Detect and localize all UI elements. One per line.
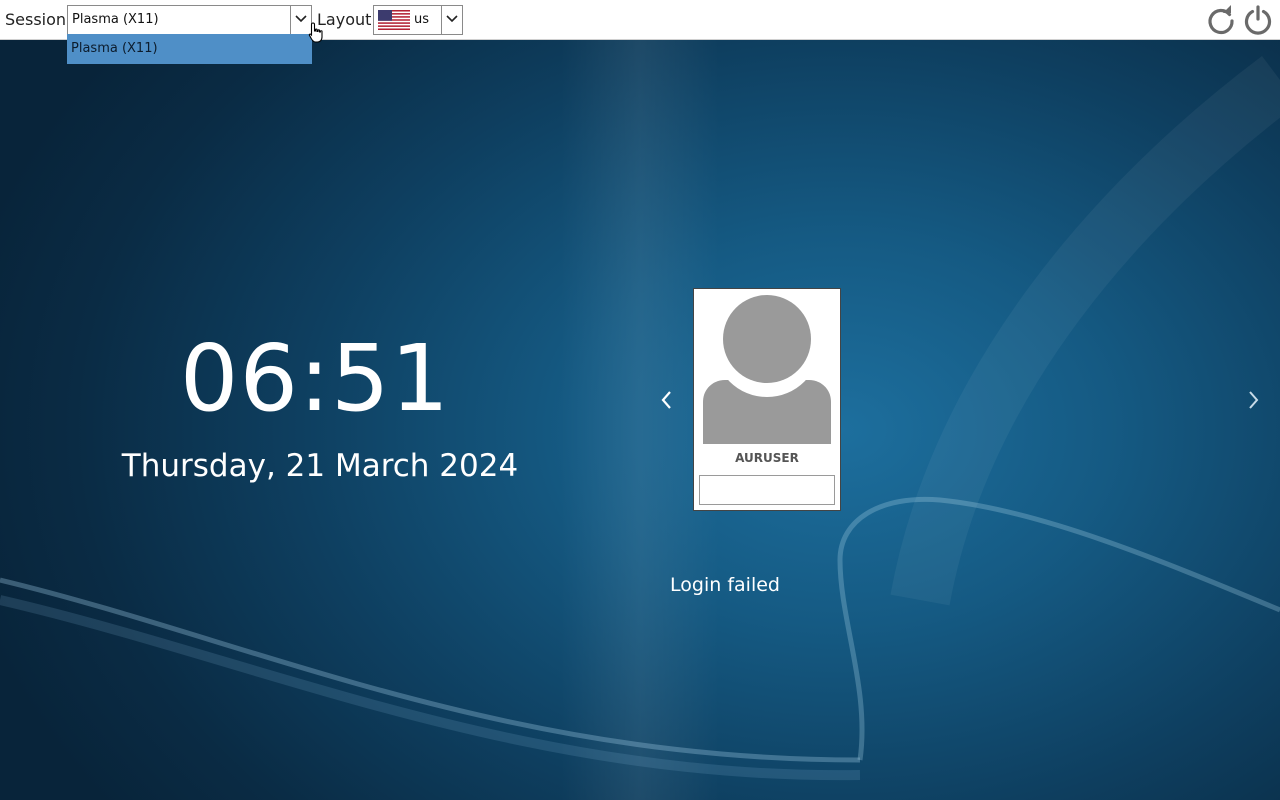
layout-select[interactable]: us (373, 5, 463, 35)
us-flag-icon (378, 10, 410, 30)
login-screen: Session Plasma (X11) Layout us Plasma (X… (0, 0, 1280, 800)
power-icon[interactable] (1242, 4, 1274, 36)
layout-dropdown-button[interactable] (441, 6, 462, 34)
chevron-right-icon[interactable] (1243, 388, 1263, 412)
reboot-icon[interactable] (1205, 4, 1237, 36)
session-select[interactable]: Plasma (X11) (67, 5, 312, 35)
session-dropdown-list: Plasma (X11) (67, 34, 312, 64)
chevron-left-icon[interactable] (657, 388, 677, 412)
hand-cursor-icon (308, 22, 323, 43)
password-field[interactable] (699, 475, 835, 505)
clock-date: Thursday, 21 March 2024 (121, 448, 519, 484)
chevron-down-icon (295, 15, 307, 23)
username-label: AURUSER (735, 451, 799, 465)
clock-time: 06:51 (179, 325, 451, 432)
chevron-down-icon (446, 15, 458, 23)
session-selected-value: Plasma (X11) (72, 12, 159, 27)
user-card[interactable]: AURUSER (693, 288, 841, 511)
layout-selected-value: us (414, 12, 430, 27)
session-option[interactable]: Plasma (X11) (71, 41, 158, 56)
login-status-message: Login failed (670, 574, 780, 596)
session-label: Session (5, 10, 67, 29)
user-avatar-icon (703, 294, 831, 444)
